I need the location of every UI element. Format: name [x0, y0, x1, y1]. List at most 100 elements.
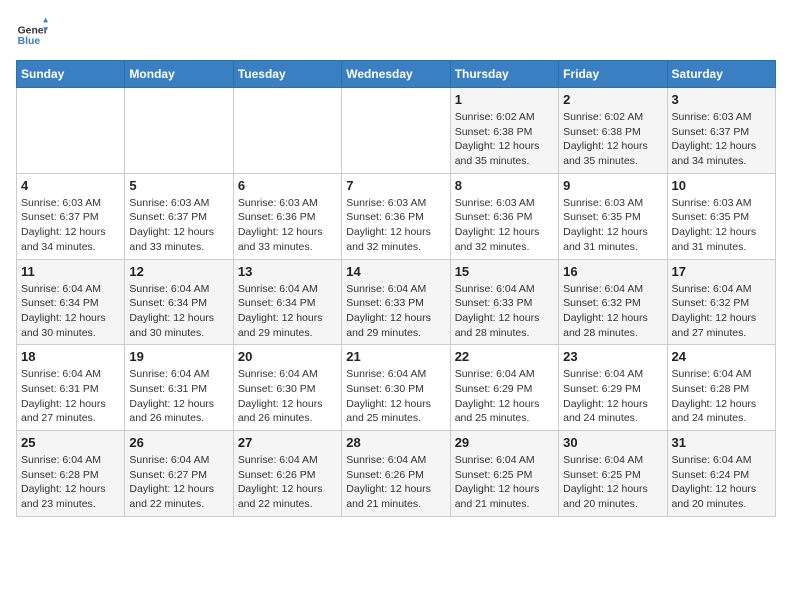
calendar-week-3: 11 Sunrise: 6:04 AMSunset: 6:34 PMDayligh…: [17, 259, 776, 345]
day-info: Sunrise: 6:04 AMSunset: 6:31 PMDaylight:…: [129, 367, 228, 426]
calendar-cell: 17 Sunrise: 6:04 AMSunset: 6:32 PMDayligh…: [667, 259, 775, 345]
header-sunday: Sunday: [17, 61, 125, 88]
day-info: Sunrise: 6:04 AMSunset: 6:26 PMDaylight:…: [346, 453, 445, 512]
calendar-cell: 14 Sunrise: 6:04 AMSunset: 6:33 PMDayligh…: [342, 259, 450, 345]
calendar-cell: [17, 88, 125, 174]
calendar-cell: 2 Sunrise: 6:02 AMSunset: 6:38 PMDaylight…: [559, 88, 667, 174]
day-info: Sunrise: 6:03 AMSunset: 6:36 PMDaylight:…: [455, 196, 554, 255]
day-info: Sunrise: 6:03 AMSunset: 6:37 PMDaylight:…: [21, 196, 120, 255]
day-info: Sunrise: 6:04 AMSunset: 6:29 PMDaylight:…: [563, 367, 662, 426]
calendar-cell: 26 Sunrise: 6:04 AMSunset: 6:27 PMDayligh…: [125, 431, 233, 517]
svg-text:Blue: Blue: [18, 36, 41, 47]
header-friday: Friday: [559, 61, 667, 88]
day-number: 23: [563, 349, 662, 364]
day-info: Sunrise: 6:04 AMSunset: 6:25 PMDaylight:…: [563, 453, 662, 512]
day-number: 25: [21, 435, 120, 450]
calendar-cell: [233, 88, 341, 174]
day-number: 17: [672, 264, 771, 279]
day-info: Sunrise: 6:04 AMSunset: 6:34 PMDaylight:…: [21, 282, 120, 341]
day-number: 27: [238, 435, 337, 450]
day-info: Sunrise: 6:04 AMSunset: 6:32 PMDaylight:…: [672, 282, 771, 341]
day-info: Sunrise: 6:04 AMSunset: 6:34 PMDaylight:…: [238, 282, 337, 341]
calendar-cell: 19 Sunrise: 6:04 AMSunset: 6:31 PMDayligh…: [125, 345, 233, 431]
day-info: Sunrise: 6:03 AMSunset: 6:35 PMDaylight:…: [672, 196, 771, 255]
calendar-week-1: 1 Sunrise: 6:02 AMSunset: 6:38 PMDaylight…: [17, 88, 776, 174]
day-number: 1: [455, 92, 554, 107]
day-number: 7: [346, 178, 445, 193]
calendar-cell: 23 Sunrise: 6:04 AMSunset: 6:29 PMDayligh…: [559, 345, 667, 431]
day-info: Sunrise: 6:04 AMSunset: 6:33 PMDaylight:…: [346, 282, 445, 341]
calendar-cell: 24 Sunrise: 6:04 AMSunset: 6:28 PMDayligh…: [667, 345, 775, 431]
day-number: 28: [346, 435, 445, 450]
day-number: 24: [672, 349, 771, 364]
day-info: Sunrise: 6:02 AMSunset: 6:38 PMDaylight:…: [455, 110, 554, 169]
calendar-cell: 4Sunrise: 6:03 AMSunset: 6:37 PMDaylight…: [17, 173, 125, 259]
calendar-cell: 3Sunrise: 6:03 AMSunset: 6:37 PMDaylight…: [667, 88, 775, 174]
calendar-cell: 13 Sunrise: 6:04 AMSunset: 6:34 PMDayligh…: [233, 259, 341, 345]
day-info: Sunrise: 6:04 AMSunset: 6:30 PMDaylight:…: [346, 367, 445, 426]
calendar-cell: 11 Sunrise: 6:04 AMSunset: 6:34 PMDayligh…: [17, 259, 125, 345]
calendar-cell: 16Sunrise: 6:04 AMSunset: 6:32 PMDayligh…: [559, 259, 667, 345]
calendar-cell: 31 Sunrise: 6:04 AMSunset: 6:24 PMDayligh…: [667, 431, 775, 517]
day-number: 26: [129, 435, 228, 450]
header-thursday: Thursday: [450, 61, 558, 88]
day-info: Sunrise: 6:03 AMSunset: 6:35 PMDaylight:…: [563, 196, 662, 255]
calendar-cell: 9 Sunrise: 6:03 AMSunset: 6:35 PMDaylight…: [559, 173, 667, 259]
calendar-cell: 28 Sunrise: 6:04 AMSunset: 6:26 PMDayligh…: [342, 431, 450, 517]
day-number: 15: [455, 264, 554, 279]
day-number: 11: [21, 264, 120, 279]
day-number: 12: [129, 264, 228, 279]
day-number: 29: [455, 435, 554, 450]
day-info: Sunrise: 6:04 AMSunset: 6:28 PMDaylight:…: [21, 453, 120, 512]
header-monday: Monday: [125, 61, 233, 88]
calendar-cell: 30 Sunrise: 6:04 AMSunset: 6:25 PMDayligh…: [559, 431, 667, 517]
day-number: 9: [563, 178, 662, 193]
day-info: Sunrise: 6:04 AMSunset: 6:34 PMDaylight:…: [129, 282, 228, 341]
day-number: 8: [455, 178, 554, 193]
calendar-header-row: SundayMondayTuesdayWednesdayThursdayFrid…: [17, 61, 776, 88]
header-saturday: Saturday: [667, 61, 775, 88]
day-number: 20: [238, 349, 337, 364]
page-header: General Blue: [16, 16, 776, 48]
calendar-week-2: 4Sunrise: 6:03 AMSunset: 6:37 PMDaylight…: [17, 173, 776, 259]
day-info: Sunrise: 6:02 AMSunset: 6:38 PMDaylight:…: [563, 110, 662, 169]
day-info: Sunrise: 6:03 AMSunset: 6:36 PMDaylight:…: [346, 196, 445, 255]
day-number: 19: [129, 349, 228, 364]
calendar-cell: 22Sunrise: 6:04 AMSunset: 6:29 PMDayligh…: [450, 345, 558, 431]
day-info: Sunrise: 6:04 AMSunset: 6:28 PMDaylight:…: [672, 367, 771, 426]
logo-icon: General Blue: [16, 16, 48, 48]
day-info: Sunrise: 6:04 AMSunset: 6:25 PMDaylight:…: [455, 453, 554, 512]
day-number: 14: [346, 264, 445, 279]
logo: General Blue: [16, 16, 48, 48]
calendar-cell: 6Sunrise: 6:03 AMSunset: 6:36 PMDaylight…: [233, 173, 341, 259]
day-info: Sunrise: 6:04 AMSunset: 6:29 PMDaylight:…: [455, 367, 554, 426]
calendar-cell: 18 Sunrise: 6:04 AMSunset: 6:31 PMDayligh…: [17, 345, 125, 431]
calendar-cell: 12 Sunrise: 6:04 AMSunset: 6:34 PMDayligh…: [125, 259, 233, 345]
day-number: 6: [238, 178, 337, 193]
calendar-week-5: 25 Sunrise: 6:04 AMSunset: 6:28 PMDayligh…: [17, 431, 776, 517]
day-info: Sunrise: 6:04 AMSunset: 6:27 PMDaylight:…: [129, 453, 228, 512]
day-number: 30: [563, 435, 662, 450]
calendar-cell: 5 Sunrise: 6:03 AMSunset: 6:37 PMDaylight…: [125, 173, 233, 259]
calendar-cell: 10Sunrise: 6:03 AMSunset: 6:35 PMDayligh…: [667, 173, 775, 259]
day-number: 2: [563, 92, 662, 107]
day-info: Sunrise: 6:03 AMSunset: 6:37 PMDaylight:…: [129, 196, 228, 255]
day-number: 31: [672, 435, 771, 450]
day-info: Sunrise: 6:04 AMSunset: 6:31 PMDaylight:…: [21, 367, 120, 426]
day-info: Sunrise: 6:04 AMSunset: 6:33 PMDaylight:…: [455, 282, 554, 341]
header-tuesday: Tuesday: [233, 61, 341, 88]
calendar-cell: [342, 88, 450, 174]
calendar-cell: 25 Sunrise: 6:04 AMSunset: 6:28 PMDayligh…: [17, 431, 125, 517]
day-info: Sunrise: 6:04 AMSunset: 6:24 PMDaylight:…: [672, 453, 771, 512]
day-number: 5: [129, 178, 228, 193]
calendar-cell: 29 Sunrise: 6:04 AMSunset: 6:25 PMDayligh…: [450, 431, 558, 517]
calendar-cell: 20Sunrise: 6:04 AMSunset: 6:30 PMDayligh…: [233, 345, 341, 431]
calendar-cell: 8 Sunrise: 6:03 AMSunset: 6:36 PMDaylight…: [450, 173, 558, 259]
calendar-cell: 15 Sunrise: 6:04 AMSunset: 6:33 PMDayligh…: [450, 259, 558, 345]
day-number: 18: [21, 349, 120, 364]
day-number: 21: [346, 349, 445, 364]
day-number: 13: [238, 264, 337, 279]
day-info: Sunrise: 6:04 AMSunset: 6:32 PMDaylight:…: [563, 282, 662, 341]
day-info: Sunrise: 6:04 AMSunset: 6:26 PMDaylight:…: [238, 453, 337, 512]
calendar-cell: 27 Sunrise: 6:04 AMSunset: 6:26 PMDayligh…: [233, 431, 341, 517]
